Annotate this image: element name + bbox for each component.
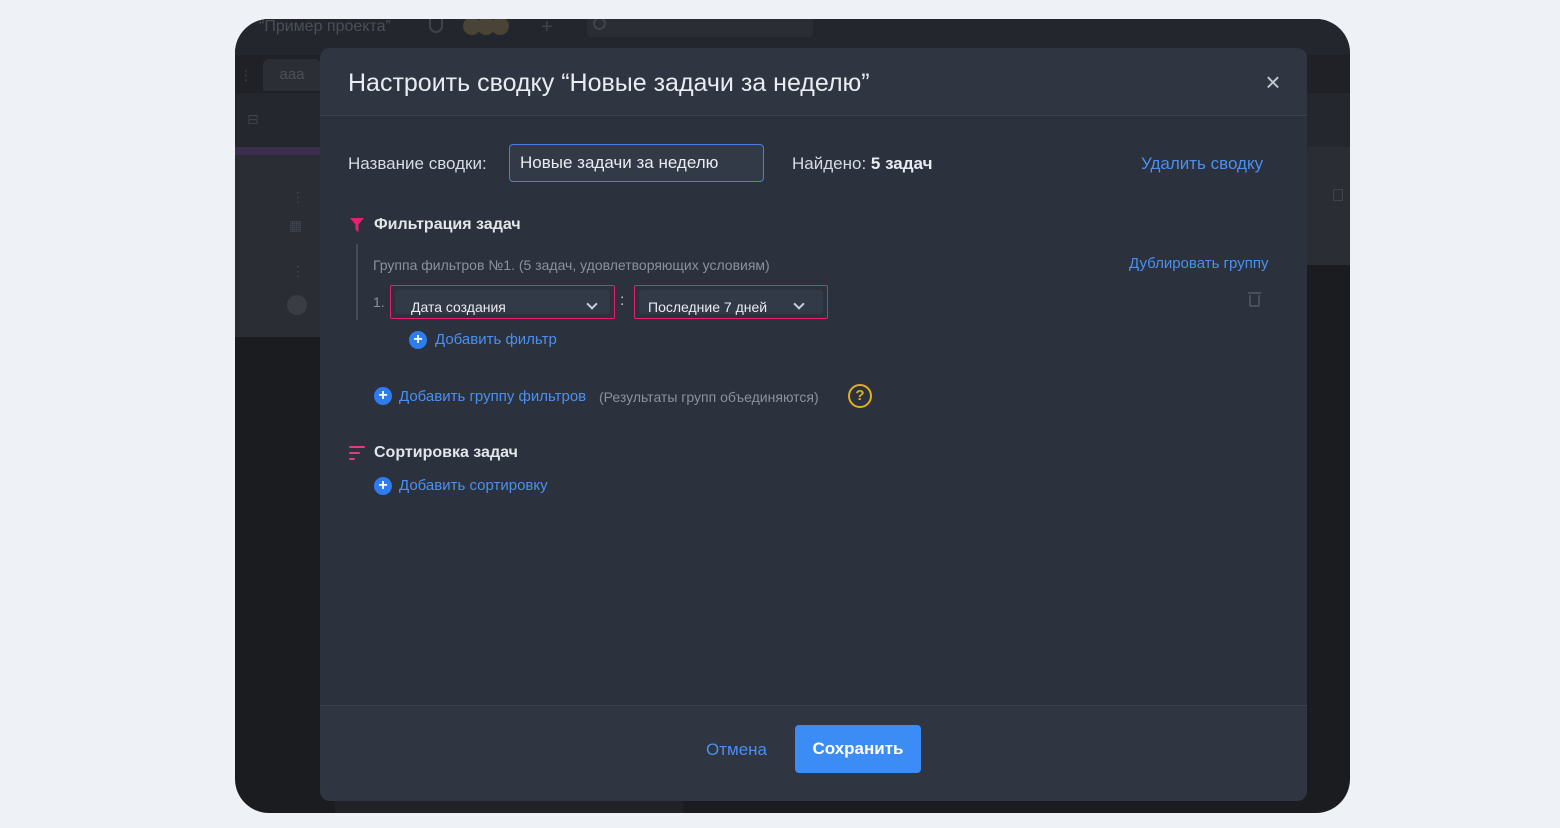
summary-name-label: Название сводки: [348, 154, 487, 173]
filter-separator: : [620, 292, 625, 309]
background-toolbar-icon: ⊟ [247, 111, 259, 127]
help-icon[interactable]: ? [848, 384, 872, 408]
add-sort-link[interactable]: Добавить сортировку [399, 476, 548, 496]
more-icon: ⋮ [291, 189, 305, 205]
found-value: 5 задач [870, 154, 933, 173]
avatar [287, 295, 307, 315]
dialog-header: Настроить сводку “Новые задачи за неделю… [320, 48, 1307, 116]
chevron-down-icon [586, 298, 598, 310]
close-icon[interactable]: × [1260, 69, 1286, 96]
plus-circle-icon[interactable]: + [409, 331, 427, 349]
filter-group-caption: Группа фильтров №1. (5 задач, удовлетвор… [373, 257, 770, 273]
plus-circle-icon[interactable]: + [374, 477, 392, 495]
filter-field-value: Дата создания [411, 299, 506, 315]
dialog-footer: Отмена Сохранить [320, 705, 1307, 801]
found-count: Найдено: 5 задач [792, 154, 932, 174]
filter-group-divider [356, 244, 358, 320]
filter-icon [350, 218, 364, 232]
search-icon [593, 19, 606, 30]
more-icon: ⋮ [291, 263, 305, 279]
delete-summary-link[interactable]: Удалить сводку [1141, 154, 1263, 174]
bell-icon [429, 19, 443, 33]
filter-field-select-box: Дата создания [395, 290, 610, 315]
filter-field-select[interactable]: Дата создания [390, 285, 615, 319]
cancel-button[interactable]: Отмена [706, 740, 767, 760]
chevron-down-icon [793, 298, 805, 310]
background-project-title: “Пример проекта” [259, 19, 391, 35]
duplicate-group-link[interactable]: Дублировать группу [1129, 254, 1268, 274]
filter-row-number: 1. [373, 294, 385, 310]
filter-value-select[interactable]: Последние 7 дней [634, 285, 828, 319]
background-tab: aaa [263, 59, 321, 91]
plus-icon: + [541, 19, 553, 38]
summary-settings-dialog: Настроить сводку “Новые задачи за неделю… [320, 48, 1307, 801]
dialog-title: Настроить сводку “Новые задачи за неделю… [348, 69, 870, 97]
add-group-hint: (Результаты групп объединяются) [599, 389, 819, 405]
background-search [587, 19, 813, 37]
background-avatars [463, 19, 515, 37]
more-icon: ⋮ [239, 67, 253, 83]
add-filter-group-link[interactable]: Добавить группу фильтров [399, 387, 586, 407]
save-button[interactable]: Сохранить [795, 725, 921, 773]
filter-value-select-box: Последние 7 дней [639, 290, 823, 315]
sort-section-title: Сортировка задач [374, 444, 518, 461]
found-label: Найдено: [792, 154, 867, 173]
grid-icon: ▦ [289, 217, 303, 233]
filter-section-title: Фильтрация задач [374, 216, 521, 233]
plus-circle-icon[interactable]: + [374, 387, 392, 405]
trash-icon[interactable] [1248, 292, 1261, 307]
sort-icon [349, 446, 365, 460]
background-right-panel [1305, 147, 1350, 265]
summary-name-input[interactable] [509, 144, 764, 182]
filter-value: Последние 7 дней [648, 299, 768, 315]
add-filter-link[interactable]: Добавить фильтр [435, 330, 557, 350]
document-icon [1333, 189, 1343, 201]
